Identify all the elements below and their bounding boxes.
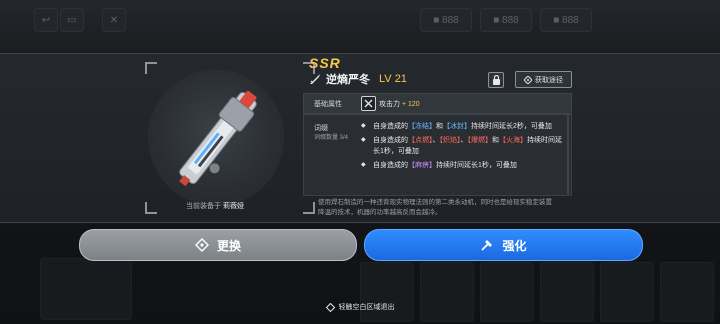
weapon-image	[179, 90, 257, 187]
frame-corner	[303, 202, 315, 214]
affix-item: 自身造成的【冻结】和【冰封】持续时间延长2秒，可叠加	[361, 121, 566, 132]
affix-list: 自身造成的【冻结】和【冰封】持续时间延长2秒，可叠加 自身造成的【点燃】、【炽焰…	[361, 121, 566, 174]
exit-hint: 轻触空白区域退出	[0, 302, 720, 312]
swap-icon	[194, 238, 209, 252]
weapon-name: 逆熵严冬	[326, 74, 370, 86]
attack-icon	[361, 96, 376, 111]
diamond-icon	[524, 75, 532, 84]
source-label: 获取途径	[535, 76, 563, 84]
swap-button[interactable]: 更换	[79, 229, 357, 261]
swap-label: 更换	[216, 238, 241, 253]
scrollbar[interactable]	[567, 114, 569, 194]
affix-section: 词缀 词缀数量 3/4 自身造成的【冻结】和【冰封】持续时间延长2秒，可叠加 自…	[303, 114, 572, 196]
attack-value: 攻击力 + 120	[379, 101, 420, 108]
base-attribute-row: 基础属性 攻击力 + 120	[303, 93, 572, 114]
frame-corner	[145, 202, 157, 214]
exit-hint-text: 轻触空白区域退出	[338, 304, 395, 311]
equipped-by-label: 当前装备于 莉薇娅	[186, 203, 244, 210]
source-button[interactable]: 获取途径	[515, 71, 572, 88]
lock-button[interactable]	[488, 72, 504, 88]
tap-icon	[325, 302, 335, 312]
sword-icon	[310, 74, 320, 84]
upgrade-button[interactable]: 强化	[364, 229, 643, 261]
weapon-level: LV 21	[379, 73, 407, 85]
weapon-description: 使用焊石制造的一种违背现实物理法则的第二类永动机，同时也是给现实稳定装置降温的技…	[318, 199, 552, 216]
rarity-badge: SSR	[309, 55, 341, 71]
affix-count: 词缀数量 3/4	[314, 135, 349, 141]
base-attribute-label: 基础属性	[314, 101, 342, 108]
upgrade-label: 强化	[502, 238, 527, 253]
frame-corner	[145, 62, 157, 74]
affix-item: 自身造成的【点燃】、【炽焰】、【爆燃】和【火海】持续时间延长1秒，可叠加	[361, 135, 566, 157]
weapon-title: 逆熵严冬 LV 21	[309, 71, 407, 87]
affix-item: 自身造成的【麻痹】持续时间延长1秒，可叠加	[361, 160, 566, 171]
lock-icon	[492, 75, 500, 85]
hammer-icon	[481, 240, 493, 251]
